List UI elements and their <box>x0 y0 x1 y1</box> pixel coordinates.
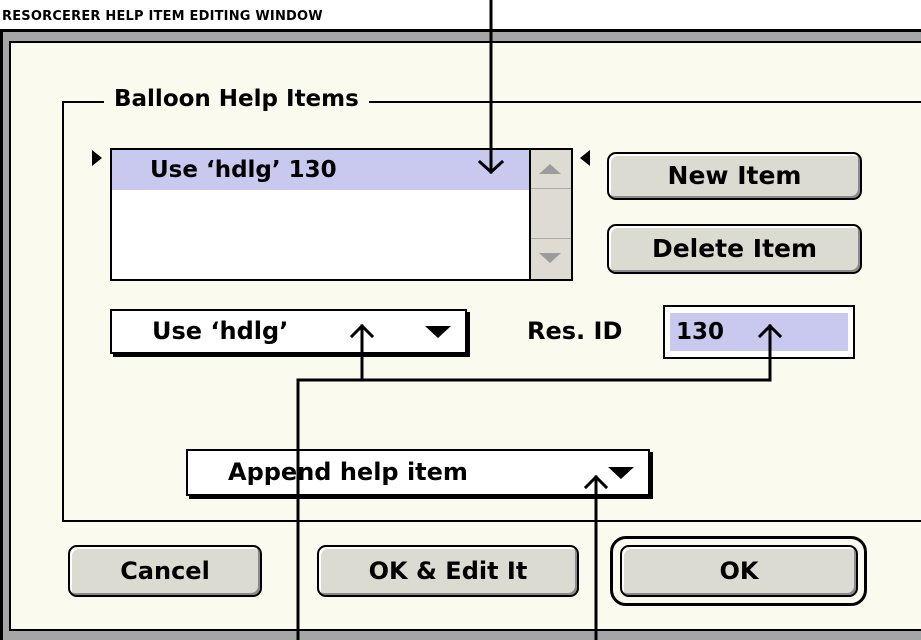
scrollbar-divider <box>531 188 571 189</box>
new-item-button[interactable]: New Item <box>607 152 862 200</box>
scrollbar-divider <box>531 238 571 239</box>
res-id-label: Res. ID <box>527 317 623 345</box>
res-id-value[interactable]: 130 <box>670 313 848 351</box>
popup-triangle-icon <box>425 326 451 338</box>
popup-triangle-icon <box>608 467 634 479</box>
list-scrollbar[interactable] <box>529 150 571 279</box>
delete-item-button[interactable]: Delete Item <box>607 224 862 274</box>
res-id-field[interactable]: 130 <box>663 305 855 359</box>
help-type-popup[interactable]: Use ‘hdlg’ <box>110 309 467 354</box>
scroll-up-arrow-icon[interactable] <box>539 164 561 174</box>
list-left-marker-icon <box>92 150 102 166</box>
help-items-list[interactable]: Use ‘hdlg’ 130 <box>110 148 573 281</box>
group-title: Balloon Help Items <box>104 84 369 114</box>
scroll-down-arrow-icon[interactable] <box>539 253 561 263</box>
ok-edit-it-button[interactable]: OK & Edit It <box>317 545 579 597</box>
list-right-marker-icon <box>580 150 590 166</box>
list-item[interactable]: Use ‘hdlg’ 130 <box>112 150 531 190</box>
append-action-value: Append help item <box>228 458 468 486</box>
figure-caption: RESORCERER HELP ITEM EDITING WINDOW <box>2 9 323 24</box>
cancel-button[interactable]: Cancel <box>68 545 262 597</box>
ok-button[interactable]: OK <box>620 545 858 597</box>
append-action-popup[interactable]: Append help item <box>186 449 650 496</box>
help-type-value: Use ‘hdlg’ <box>152 317 289 345</box>
